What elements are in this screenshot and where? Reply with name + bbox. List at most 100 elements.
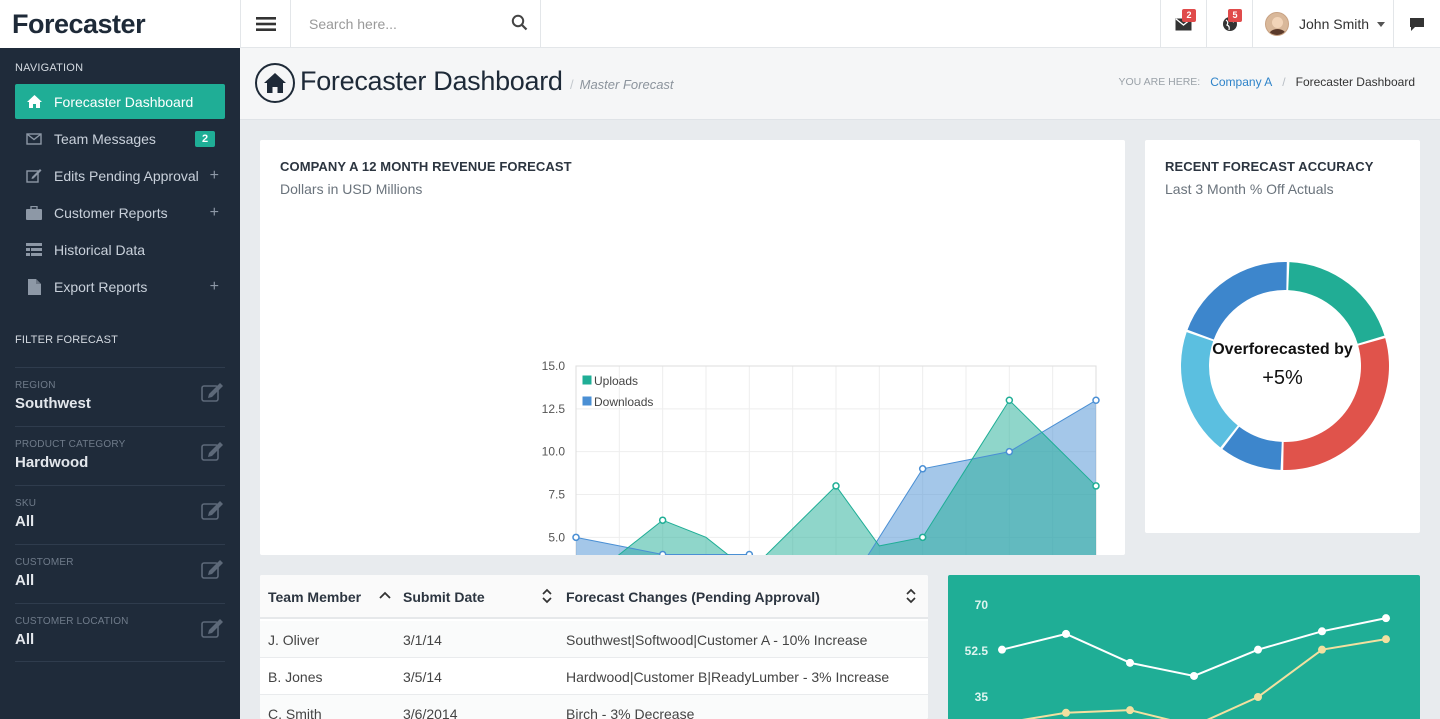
cell-date: 3/1/14	[403, 632, 442, 648]
accuracy-donut-chart	[1181, 262, 1389, 470]
filter-value: All	[15, 513, 35, 530]
sidebar-item-edits-pending-approval[interactable]: Edits Pending Approval +	[15, 158, 225, 193]
y-tick-label: 10.0	[542, 445, 566, 459]
expand-plus-icon[interactable]: +	[210, 278, 219, 296]
donut-center-label: Overforecasted by	[1212, 341, 1353, 358]
data-point-downloads	[745, 550, 754, 555]
table-row[interactable]: J. Oliver 3/1/14 Southwest|Softwood|Cust…	[260, 621, 928, 658]
trend-data-point	[1126, 658, 1134, 667]
sidebar-item-label: Historical Data	[54, 241, 146, 258]
sidebar-item-label: Customer Reports	[54, 204, 168, 221]
expand-plus-icon[interactable]: +	[210, 167, 219, 185]
filter-customer-location[interactable]: CUSTOMER LOCATION All	[15, 603, 225, 662]
filter-product-category[interactable]: PRODUCT CATEGORY Hardwood	[15, 426, 225, 485]
trend-data-point	[1254, 693, 1262, 701]
cell-member: J. Oliver	[268, 632, 320, 648]
donut-center-value: +5%	[1262, 367, 1303, 389]
filter-heading: FILTER FORECAST	[15, 334, 119, 346]
sidebar-item-export-reports[interactable]: Export Reports +	[15, 269, 225, 304]
data-point-uploads	[1005, 396, 1014, 405]
sidebar-item-team-messages[interactable]: Team Messages 2	[15, 121, 225, 156]
home-icon	[255, 63, 295, 103]
filter-value: Southwest	[15, 395, 91, 412]
menu-toggle-button[interactable]	[240, 0, 291, 48]
data-point-uploads	[658, 516, 667, 524]
data-point-downloads	[1092, 396, 1100, 405]
legend-label: Downloads	[594, 395, 653, 409]
trend-data-point	[1062, 629, 1070, 638]
edit-icon[interactable]	[201, 382, 225, 407]
sidebar-item-label: Team Messages	[54, 130, 156, 147]
caret-down-icon	[1377, 21, 1386, 27]
messages-badge: 2	[1182, 9, 1196, 22]
filter-value: Hardwood	[15, 454, 89, 471]
data-point-downloads	[572, 533, 580, 542]
edit-icon	[25, 168, 43, 183]
search-icon[interactable]	[511, 14, 528, 36]
revenue-forecast-panel: COMPANY A 12 MONTH REVENUE FORECAST Doll…	[260, 140, 1125, 555]
filter-label: PRODUCT CATEGORY	[15, 439, 126, 450]
sort-icon[interactable]	[905, 588, 917, 604]
filter-customer[interactable]: CUSTOMER All	[15, 544, 225, 603]
cell-date: 3/5/14	[403, 669, 442, 685]
table-icon	[25, 243, 43, 256]
sort-asc-icon[interactable]	[379, 590, 391, 600]
y-tick-label: 5.0	[548, 530, 565, 544]
y-tick-label: 15.0	[542, 359, 566, 373]
edit-icon[interactable]	[201, 441, 225, 466]
breadcrumb-label: YOU ARE HERE:	[1118, 76, 1201, 88]
filter-label: CUSTOMER LOCATION	[15, 616, 129, 627]
pending-approval-table: Team Member Submit Date Forecast Changes…	[260, 575, 928, 719]
filter-sku[interactable]: SKU All	[15, 485, 225, 544]
filter-value: All	[15, 572, 35, 589]
search-input[interactable]	[309, 12, 499, 36]
sidebar-item-forecaster-dashboard[interactable]: Forecaster Dashboard	[15, 84, 225, 119]
trend-data-point	[1382, 635, 1390, 644]
sidebar-item-label: Edits Pending Approval	[54, 167, 199, 184]
trend-data-point	[1318, 645, 1326, 654]
filter-label: CUSTOMER	[15, 557, 74, 568]
filter-label: REGION	[15, 380, 56, 391]
data-point-uploads	[1092, 482, 1100, 490]
sidebar-item-customer-reports[interactable]: Customer Reports +	[15, 195, 225, 230]
revenue-area-chart: 0.02.55.07.510.012.515.0JanMarMayJulSepN…	[542, 359, 1100, 555]
trend-data-point	[1318, 627, 1326, 636]
breadcrumb-current: Forecaster Dashboard	[1295, 75, 1415, 89]
alerts-button[interactable]: 5	[1206, 0, 1252, 48]
breadcrumb-separator: /	[1282, 75, 1286, 89]
trend-data-point	[998, 645, 1006, 654]
user-name: John Smith	[1299, 16, 1370, 32]
y-tick-label: 12.5	[542, 402, 566, 416]
edit-icon[interactable]	[201, 500, 225, 525]
column-header-forecast-changes[interactable]: Forecast Changes (Pending Approval)	[566, 589, 820, 605]
chat-bubble-icon	[1410, 17, 1424, 31]
sidebar-item-historical-data[interactable]: Historical Data	[15, 232, 225, 267]
filter-region[interactable]: REGION Southwest	[15, 367, 225, 426]
data-point-uploads	[918, 533, 927, 542]
user-menu[interactable]: John Smith	[1252, 0, 1393, 48]
trend-data-point	[1190, 671, 1198, 680]
brand-logo[interactable]: Forecaster	[0, 0, 240, 48]
y-tick-label: 7.5	[548, 488, 565, 502]
sort-icon[interactable]	[541, 588, 553, 604]
trend-data-point	[1126, 706, 1134, 715]
page-title: Forecaster Dashboard	[300, 66, 563, 96]
cell-date: 3/6/2014	[403, 706, 458, 719]
table-row[interactable]: B. Jones 3/5/14 Hardwood|Customer B|Read…	[260, 658, 928, 695]
expand-plus-icon[interactable]: +	[210, 204, 219, 222]
column-header-team-member[interactable]: Team Member	[268, 589, 361, 605]
table-row[interactable]: C. Smith 3/6/2014 Birch - 3% Decrease	[260, 695, 928, 719]
breadcrumb: YOU ARE HERE: Company A / Forecaster Das…	[1119, 75, 1415, 89]
edit-icon[interactable]	[201, 559, 225, 584]
trend-data-point	[1062, 708, 1070, 717]
chat-button[interactable]	[1393, 0, 1440, 48]
breadcrumb-link-company[interactable]: Company A	[1210, 75, 1272, 89]
column-header-submit-date[interactable]: Submit Date	[403, 589, 485, 605]
hamburger-icon	[255, 17, 276, 31]
y-tick-label: 35	[975, 690, 989, 704]
home-icon	[25, 95, 43, 108]
messages-button[interactable]: 2	[1160, 0, 1206, 48]
edit-icon[interactable]	[201, 618, 225, 643]
page-subtitle: / Master Forecast	[570, 77, 674, 92]
data-point-downloads	[658, 550, 667, 555]
